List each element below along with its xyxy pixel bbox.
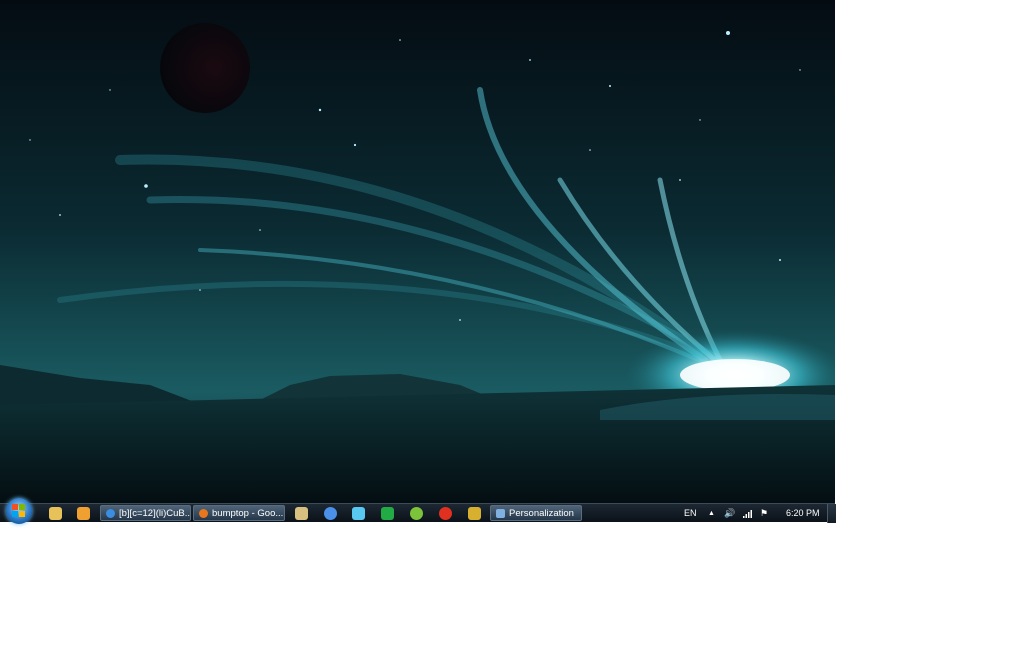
wallpaper-image (0, 0, 835, 503)
red-app-icon[interactable] (439, 507, 452, 520)
messenger-icon (106, 509, 115, 518)
taskbar-window-firefox[interactable]: bumptop - Goo... (193, 505, 285, 521)
network-bars (743, 509, 752, 518)
taskbar-window-personalization[interactable]: Personalization (490, 505, 582, 521)
rocket-app-icon[interactable] (468, 507, 481, 520)
folder-icon[interactable] (295, 507, 308, 520)
taskbar-window-label: bumptop - Goo... (212, 508, 284, 519)
volume-icon[interactable]: 🔊 (724, 504, 735, 523)
action-center-flag-icon[interactable]: ⚑ (760, 504, 768, 523)
firefox-icon (199, 509, 208, 518)
explorer-folder-icon[interactable] (49, 507, 62, 520)
start-button[interactable] (6, 498, 32, 524)
taskbar: [b][c=12](li)CuB... bumptop - Goo... Per… (0, 498, 836, 524)
desktop-wallpaper (0, 0, 835, 503)
safari-compass-icon[interactable] (324, 507, 337, 520)
language-indicator[interactable]: EN (684, 504, 697, 523)
utorrent-icon[interactable] (410, 507, 423, 520)
network-icon[interactable] (743, 504, 752, 523)
show-desktop-button[interactable] (827, 504, 836, 523)
clock[interactable]: 6:20 PM (786, 504, 820, 523)
taskbar-window-label: [b][c=12](li)CuB... (119, 508, 191, 519)
show-hidden-icons-icon[interactable]: ▲ (708, 504, 715, 523)
media-player-icon[interactable] (77, 507, 90, 520)
green-app-icon[interactable] (381, 507, 394, 520)
taskbar-window-label: Personalization (509, 508, 574, 519)
feather-app-icon[interactable] (352, 507, 365, 520)
windows-logo-icon (12, 504, 25, 517)
control-panel-icon (496, 509, 505, 518)
taskbar-window-messenger[interactable]: [b][c=12](li)CuB... (100, 505, 191, 521)
